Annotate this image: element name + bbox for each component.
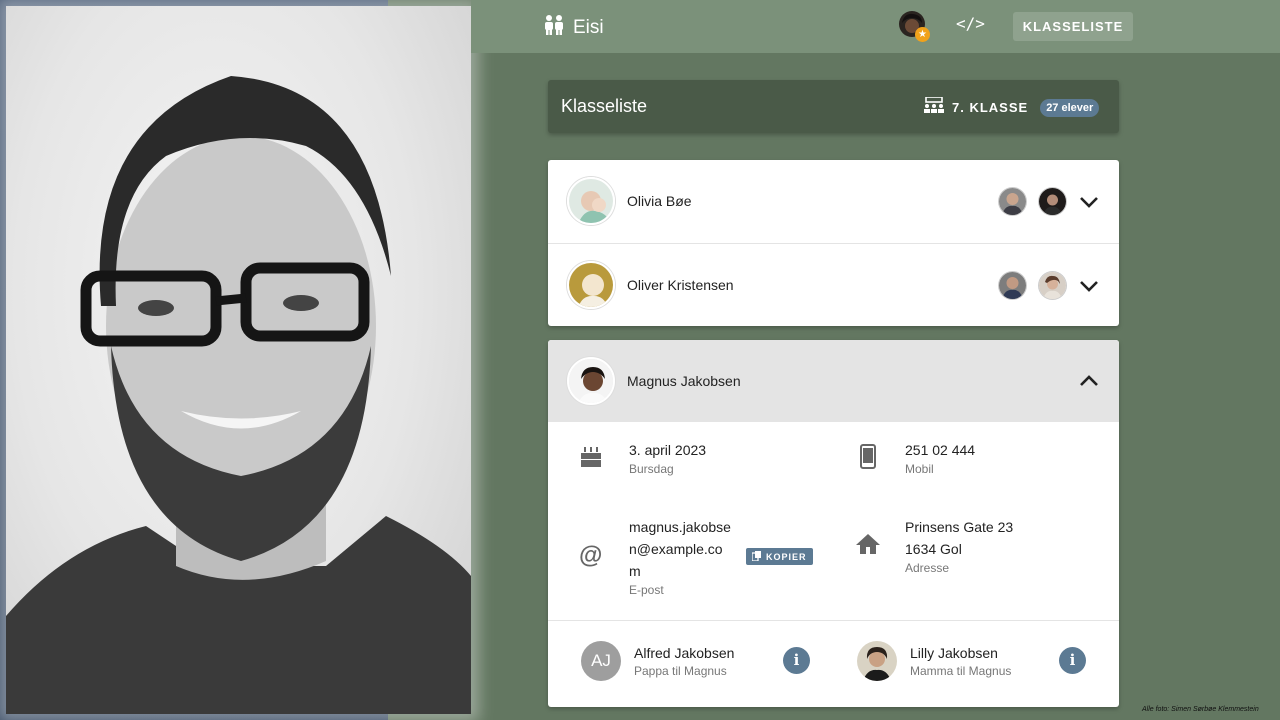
parent-initials-avatar: AJ: [581, 641, 621, 681]
email-label: E-post: [629, 583, 664, 597]
chevron-up-icon[interactable]: [1078, 370, 1100, 392]
birthday-label: Bursdag: [629, 462, 674, 476]
chevron-down-icon[interactable]: [1078, 191, 1100, 213]
code-icon: </>: [956, 14, 985, 33]
class-list-header: Klasseliste 7. KLASSE 27 elever: [548, 80, 1119, 133]
copy-icon: [751, 550, 762, 563]
student-row-oliver[interactable]: Oliver Kristensen: [548, 243, 1119, 326]
user-avatar[interactable]: ★: [899, 11, 930, 42]
student-list: Olivia Bøe Oliver Kristensen: [548, 160, 1119, 326]
top-bar: Eisi ★ </> KLASSELISTE: [471, 0, 1280, 53]
classroom-icon: [924, 96, 944, 118]
photo-credit: Alle foto: Simen Sørbøe Klemmestein: [1142, 706, 1259, 713]
address-line-2: 1634 Gol: [905, 541, 962, 557]
email-line-1[interactable]: magnus.jakobse: [629, 516, 731, 538]
parent-role: Pappa til Magnus: [634, 664, 727, 678]
student-name: Olivia Bøe: [627, 193, 692, 209]
email-line-2[interactable]: n@example.co: [629, 538, 723, 560]
parent-name: Alfred Jakobsen: [634, 645, 735, 661]
code-button[interactable]: </>: [956, 14, 985, 33]
chevron-down-icon[interactable]: [1078, 275, 1100, 297]
parent-avatar-small: [999, 272, 1026, 299]
info-icon[interactable]: i: [1059, 647, 1086, 674]
copy-email-button[interactable]: KOPIER: [746, 548, 813, 565]
address-line-1: Prinsens Gate 23: [905, 519, 1014, 535]
brand[interactable]: Eisi: [543, 14, 604, 41]
student-avatar: [567, 261, 615, 309]
parent-avatar-small: [999, 188, 1026, 215]
parent-avatar-small: [1039, 188, 1066, 215]
at-icon: @: [579, 542, 603, 569]
student-avatar: [567, 357, 615, 405]
app-title: Eisi: [573, 16, 604, 38]
birthday-value: 3. april 2023: [629, 442, 707, 458]
star-icon: ★: [915, 27, 930, 42]
student-name: Magnus Jakobsen: [627, 373, 741, 389]
student-count-badge: 27 elever: [1040, 98, 1100, 117]
student-row-olivia[interactable]: Olivia Bøe: [548, 160, 1119, 243]
student-name: Oliver Kristensen: [627, 277, 734, 293]
portrait-photo: [6, 6, 471, 714]
student-details: Magnus Jakobsen 3. april 2023 Bursdag 25…: [548, 340, 1119, 707]
copy-label: KOPIER: [766, 551, 807, 562]
divider: [548, 620, 1119, 621]
student-avatar: [567, 177, 615, 225]
class-label: 7. KLASSE: [952, 100, 1029, 115]
email-line-3[interactable]: m: [629, 560, 641, 582]
home-icon: [855, 533, 881, 559]
info-icon[interactable]: i: [783, 647, 810, 674]
klasseliste-button[interactable]: KLASSELISTE: [1013, 12, 1133, 41]
student-row-magnus[interactable]: Magnus Jakobsen: [548, 340, 1119, 422]
parent-avatar-small: [1039, 272, 1066, 299]
parent-name: Lilly Jakobsen: [910, 645, 998, 661]
phone-icon: [859, 444, 885, 470]
cake-icon: [580, 445, 606, 471]
mobile-label: Mobil: [905, 462, 934, 476]
parent-avatar: [857, 641, 897, 681]
class-selector[interactable]: 7. KLASSE 27 elever: [924, 96, 1100, 118]
family-icon: [543, 14, 565, 41]
parent-role: Mamma til Magnus: [910, 664, 1012, 678]
mobile-value[interactable]: 251 02 444: [905, 439, 975, 461]
page-title: Klasseliste: [561, 96, 648, 116]
address-label: Adresse: [905, 561, 950, 575]
